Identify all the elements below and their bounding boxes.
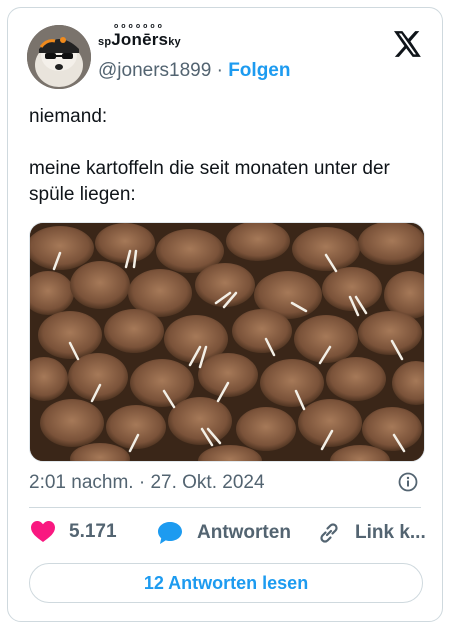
tweet-line-2: meine kartoffeln die seit monaten unter … — [29, 158, 390, 205]
tweet-image-walruses[interactable] — [29, 222, 425, 462]
display-name-main: Jonērs — [111, 30, 169, 49]
copy-link-button[interactable]: Link k... — [317, 521, 426, 545]
read-replies-label: 12 Antworten lesen — [143, 572, 309, 593]
read-replies-button[interactable]: 12 Antworten lesen — [29, 563, 423, 603]
like-button[interactable]: 5.171 — [31, 521, 117, 543]
link-icon — [320, 523, 338, 543]
display-name-prefix: sp — [98, 36, 112, 48]
separator-dot: · — [216, 60, 223, 81]
reply-bubble-icon — [158, 522, 182, 544]
walrus-photo — [30, 223, 424, 461]
tweet-card: ooooooo spJonērsky @joners1899 · Folgen … — [7, 7, 443, 622]
link-label: Link k... — [355, 522, 426, 543]
reply-button[interactable]: Antworten — [157, 521, 291, 545]
tweet-line-1: niemand: — [29, 106, 108, 127]
follow-button[interactable]: Folgen — [228, 60, 290, 81]
divider — [29, 507, 421, 508]
handle-row: @joners1899 · Folgen — [98, 60, 290, 82]
info-icon[interactable] — [398, 472, 418, 492]
display-name-suffix: ky — [168, 36, 181, 48]
x-logo-icon[interactable] — [394, 31, 422, 57]
heart-icon — [31, 521, 55, 542]
action-bar: 5.171 Antworten Link k... — [29, 521, 429, 553]
display-name-dots: ooooooo — [114, 23, 165, 30]
like-count: 5.171 — [69, 521, 117, 542]
tweet-timestamp[interactable]: 2:01 nachm. · 27. Okt. 2024 — [29, 472, 265, 494]
avatar[interactable] — [27, 25, 91, 89]
display-name[interactable]: ooooooo spJonērsky — [98, 23, 181, 50]
avatar-image — [27, 25, 91, 89]
reply-label: Antworten — [197, 522, 291, 543]
tweet-text: niemand: meine kartoffeln die seit monat… — [29, 104, 429, 208]
user-handle[interactable]: @joners1899 — [98, 60, 211, 81]
